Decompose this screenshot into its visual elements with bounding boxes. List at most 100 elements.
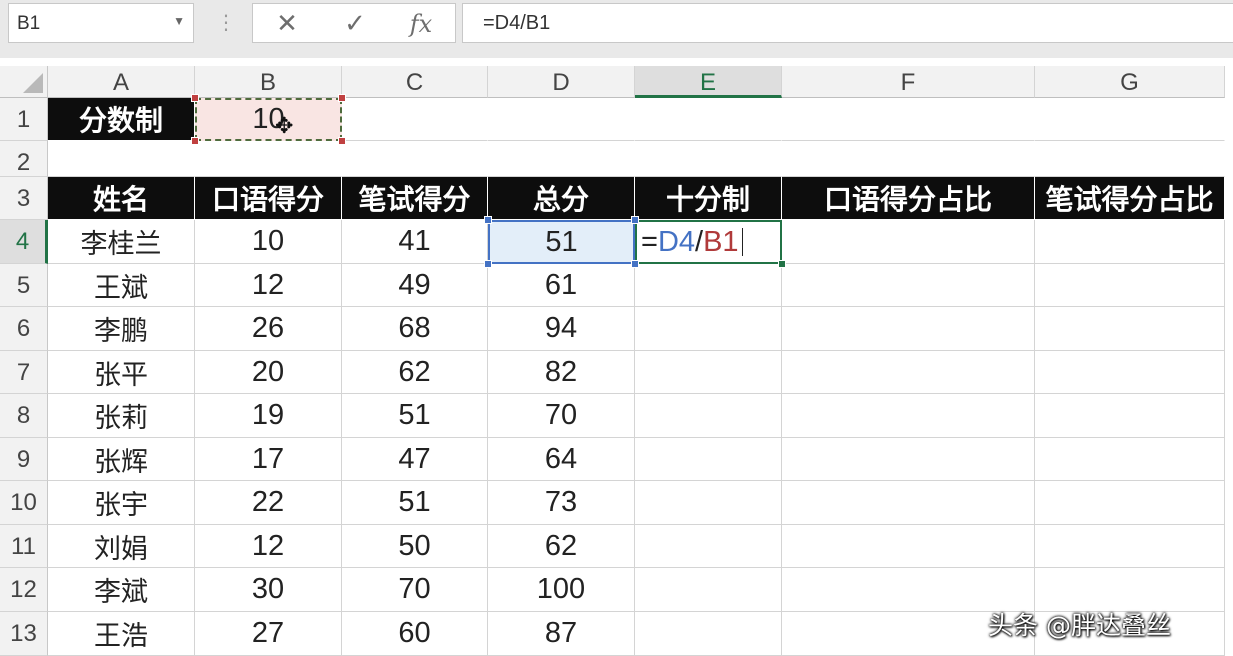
column-header-e[interactable]: E	[635, 66, 782, 98]
written-score-cell[interactable]: 50	[342, 525, 488, 568]
ten-scale-cell[interactable]	[635, 307, 782, 351]
oral-score-cell[interactable]: 20	[195, 351, 342, 394]
oral-score-cell[interactable]: 26	[195, 307, 342, 351]
name-cell[interactable]: 李斌	[48, 568, 195, 612]
ten-scale-cell[interactable]	[635, 351, 782, 394]
total-cell[interactable]: 51	[488, 220, 635, 264]
formula-input[interactable]: =D4/B1	[462, 3, 1233, 43]
column-header-b[interactable]: B	[195, 66, 342, 98]
range-handle-icon[interactable]	[631, 260, 639, 268]
row-header-9[interactable]: 9	[0, 438, 48, 481]
oral-ratio-cell[interactable]	[782, 438, 1035, 481]
written-score-cell[interactable]: 60	[342, 612, 488, 656]
written-score-cell[interactable]: 47	[342, 438, 488, 481]
written-score-cell[interactable]: 49	[342, 264, 488, 307]
name-cell[interactable]: 刘娟	[48, 525, 195, 568]
fill-handle-icon[interactable]	[778, 260, 786, 268]
insert-function-icon[interactable]: fx	[401, 10, 441, 38]
name-cell[interactable]: 张辉	[48, 438, 195, 481]
table-header-cell[interactable]: 口语得分占比	[782, 177, 1035, 220]
cell-e4-editing[interactable]: = D4/B1	[635, 220, 782, 264]
range-handle-icon[interactable]	[191, 94, 199, 102]
total-cell[interactable]: 94	[488, 307, 635, 351]
written-score-cell[interactable]: 41	[342, 220, 488, 264]
name-cell[interactable]: 王浩	[48, 612, 195, 656]
row-header-11[interactable]: 11	[0, 525, 48, 568]
oral-score-cell[interactable]: 12	[195, 264, 342, 307]
total-cell[interactable]: 100	[488, 568, 635, 612]
oral-ratio-cell[interactable]	[782, 264, 1035, 307]
name-cell[interactable]: 张莉	[48, 394, 195, 438]
oral-score-cell[interactable]: 17	[195, 438, 342, 481]
cell-empty[interactable]	[782, 98, 1035, 141]
oral-ratio-cell[interactable]	[782, 481, 1035, 525]
written-score-cell[interactable]: 62	[342, 351, 488, 394]
cell-empty[interactable]	[1035, 98, 1225, 141]
table-header-cell[interactable]: 笔试得分占比	[1035, 177, 1225, 220]
row-header-3[interactable]: 3	[0, 177, 48, 220]
range-handle-icon[interactable]	[191, 137, 199, 145]
oral-ratio-cell[interactable]	[782, 394, 1035, 438]
cell-empty[interactable]	[195, 141, 342, 177]
table-header-cell[interactable]: 十分制	[635, 177, 782, 220]
range-handle-icon[interactable]	[338, 137, 346, 145]
ten-scale-cell[interactable]	[635, 612, 782, 656]
oral-ratio-cell[interactable]	[782, 307, 1035, 351]
range-handle-icon[interactable]	[484, 260, 492, 268]
cell-empty[interactable]	[635, 141, 782, 177]
table-header-cell[interactable]: 总分	[488, 177, 635, 220]
column-header-d[interactable]: D	[488, 66, 635, 98]
total-cell[interactable]: 87	[488, 612, 635, 656]
name-cell[interactable]: 李鹏	[48, 307, 195, 351]
range-handle-icon[interactable]	[338, 94, 346, 102]
drag-handle-icon[interactable]: ⋮	[216, 8, 236, 38]
written-ratio-cell[interactable]	[1035, 438, 1225, 481]
oral-score-cell[interactable]: 30	[195, 568, 342, 612]
cell-empty[interactable]	[635, 98, 782, 141]
range-handle-icon[interactable]	[631, 216, 639, 224]
written-score-cell[interactable]: 68	[342, 307, 488, 351]
range-handle-icon[interactable]	[484, 216, 492, 224]
oral-ratio-cell[interactable]	[782, 220, 1035, 264]
row-header-7[interactable]: 7	[0, 351, 48, 394]
cell-b1[interactable]: 10	[195, 98, 342, 141]
name-cell[interactable]: 张宇	[48, 481, 195, 525]
cell-empty[interactable]	[1035, 141, 1225, 177]
row-header-4[interactable]: 4	[0, 220, 48, 264]
name-cell[interactable]: 王斌	[48, 264, 195, 307]
row-header-5[interactable]: 5	[0, 264, 48, 307]
cell-empty[interactable]	[342, 141, 488, 177]
oral-ratio-cell[interactable]	[782, 525, 1035, 568]
table-header-cell[interactable]: 笔试得分	[342, 177, 488, 220]
table-header-cell[interactable]: 口语得分	[195, 177, 342, 220]
ten-scale-cell[interactable]	[635, 525, 782, 568]
cell-empty[interactable]	[782, 141, 1035, 177]
oral-score-cell[interactable]: 27	[195, 612, 342, 656]
written-ratio-cell[interactable]	[1035, 264, 1225, 307]
ten-scale-cell[interactable]	[635, 438, 782, 481]
written-ratio-cell[interactable]	[1035, 481, 1225, 525]
name-cell[interactable]: 李桂兰	[48, 220, 195, 264]
column-header-g[interactable]: G	[1035, 66, 1225, 98]
oral-score-cell[interactable]: 19	[195, 394, 342, 438]
written-score-cell[interactable]: 51	[342, 394, 488, 438]
written-ratio-cell[interactable]	[1035, 525, 1225, 568]
total-cell[interactable]: 70	[488, 394, 635, 438]
check-icon[interactable]: ✓	[335, 10, 375, 38]
written-ratio-cell[interactable]	[1035, 394, 1225, 438]
oral-ratio-cell[interactable]	[782, 351, 1035, 394]
total-cell[interactable]: 73	[488, 481, 635, 525]
name-box[interactable]: B1 ▼	[8, 3, 194, 43]
written-score-cell[interactable]: 51	[342, 481, 488, 525]
oral-score-cell[interactable]: 10	[195, 220, 342, 264]
cell-empty[interactable]	[48, 141, 195, 177]
total-cell[interactable]: 82	[488, 351, 635, 394]
row-header-10[interactable]: 10	[0, 481, 48, 525]
row-header-2[interactable]: 2	[0, 141, 48, 177]
cell-empty[interactable]	[488, 141, 635, 177]
row-header-8[interactable]: 8	[0, 394, 48, 438]
select-all-corner[interactable]	[0, 66, 48, 98]
cell-empty[interactable]	[342, 98, 488, 141]
name-cell[interactable]: 张平	[48, 351, 195, 394]
row-header-1[interactable]: 1	[0, 98, 48, 141]
